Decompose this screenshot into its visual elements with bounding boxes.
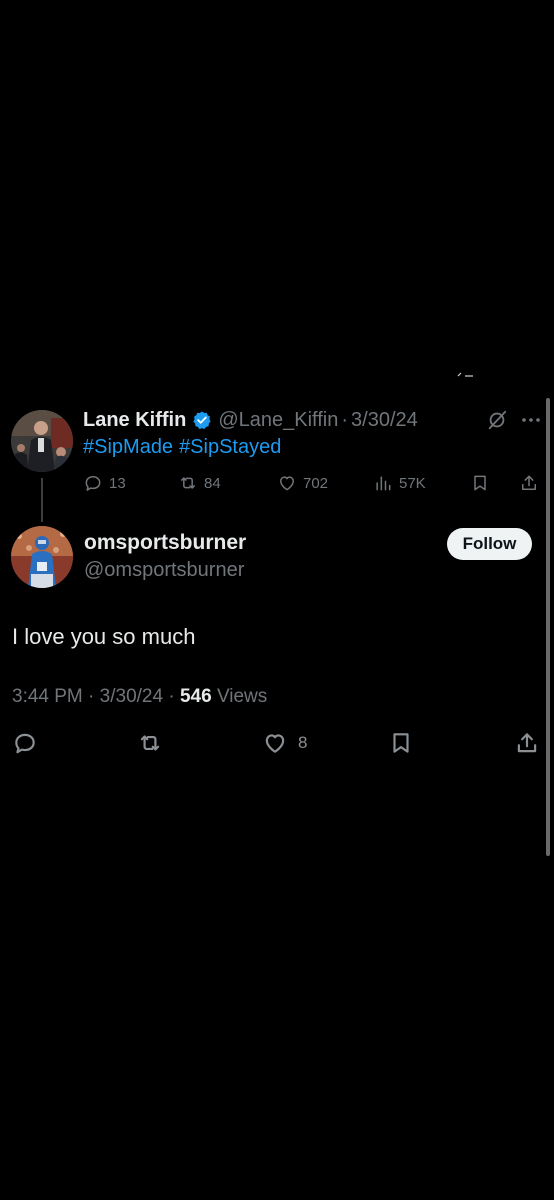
views-icon xyxy=(376,476,391,491)
reply-icon xyxy=(15,733,35,754)
like-count: 8 xyxy=(298,733,308,752)
parent-tweet-date[interactable]: 3/30/24 xyxy=(351,409,418,432)
main-action-bar: 8 xyxy=(0,728,554,758)
like-button[interactable]: 8 xyxy=(262,728,307,758)
avatar-image xyxy=(11,410,73,472)
reply-icon xyxy=(85,476,101,491)
scrollbar[interactable] xyxy=(546,398,550,856)
bookmark-button[interactable] xyxy=(470,470,496,496)
header-separator: · xyxy=(341,408,349,431)
tweet-time[interactable]: 3:44 PM xyxy=(12,686,83,707)
meta-separator: · xyxy=(168,686,175,707)
main-author-handle[interactable]: @omsportsburner xyxy=(84,559,244,582)
parent-author-handle[interactable]: @Lane_Kiffin xyxy=(218,409,338,432)
parent-author-name[interactable]: Lane Kiffin xyxy=(83,409,186,432)
bookmark-icon xyxy=(393,733,409,753)
more-icon[interactable] xyxy=(518,408,544,432)
repost-button[interactable]: 84 xyxy=(178,470,221,496)
like-icon xyxy=(265,734,285,753)
tweet-date[interactable]: 3/30/24 xyxy=(100,686,163,707)
like-count: 702 xyxy=(303,474,329,492)
thread-connector xyxy=(41,478,43,522)
repost-icon xyxy=(181,477,195,489)
main-tweet-text: I love you so much xyxy=(12,624,196,649)
views-count: 546 xyxy=(179,686,212,707)
meta-separator: · xyxy=(88,686,95,707)
main-avatar[interactable] xyxy=(11,526,73,588)
reply-button[interactable]: 13 xyxy=(83,470,126,496)
repost-button[interactable] xyxy=(137,728,163,758)
reply-count: 13 xyxy=(109,474,126,492)
parent-action-bar: 13 84 702 57K xyxy=(83,470,543,496)
share-button[interactable] xyxy=(519,470,545,496)
hashtag-link[interactable]: #SipStayed xyxy=(179,436,281,458)
views-count: 57K xyxy=(399,474,426,492)
parent-tweet-header: Lane Kiffin @Lane_Kiffin · 3/30/24 xyxy=(83,406,418,434)
repost-count: 84 xyxy=(204,474,221,492)
verified-badge-icon xyxy=(193,411,211,430)
follow-button[interactable]: Follow xyxy=(447,528,532,560)
views-label: Views xyxy=(216,686,268,707)
avatar-image xyxy=(11,526,73,588)
share-button[interactable] xyxy=(514,728,540,758)
bookmark-button[interactable] xyxy=(388,728,414,758)
share-icon xyxy=(522,475,536,490)
views-button[interactable]: 57K xyxy=(373,470,426,496)
parent-tweet-text: #SipMade #SipStayed xyxy=(83,436,287,459)
hashtag-link[interactable]: #SipMade xyxy=(83,436,173,458)
main-author-name[interactable]: omsportsburner xyxy=(84,531,246,555)
share-icon xyxy=(517,733,537,753)
repost-icon xyxy=(140,735,160,751)
like-icon xyxy=(280,476,294,491)
parent-avatar[interactable] xyxy=(11,410,73,472)
grok-icon[interactable] xyxy=(486,409,508,431)
reply-button[interactable] xyxy=(12,728,38,758)
bookmark-icon xyxy=(474,475,486,491)
stray-mark xyxy=(457,372,473,377)
tweet-meta: 3:44 PM · 3/30/24 · 546 Views xyxy=(12,686,267,708)
like-button[interactable]: 702 xyxy=(277,470,328,496)
